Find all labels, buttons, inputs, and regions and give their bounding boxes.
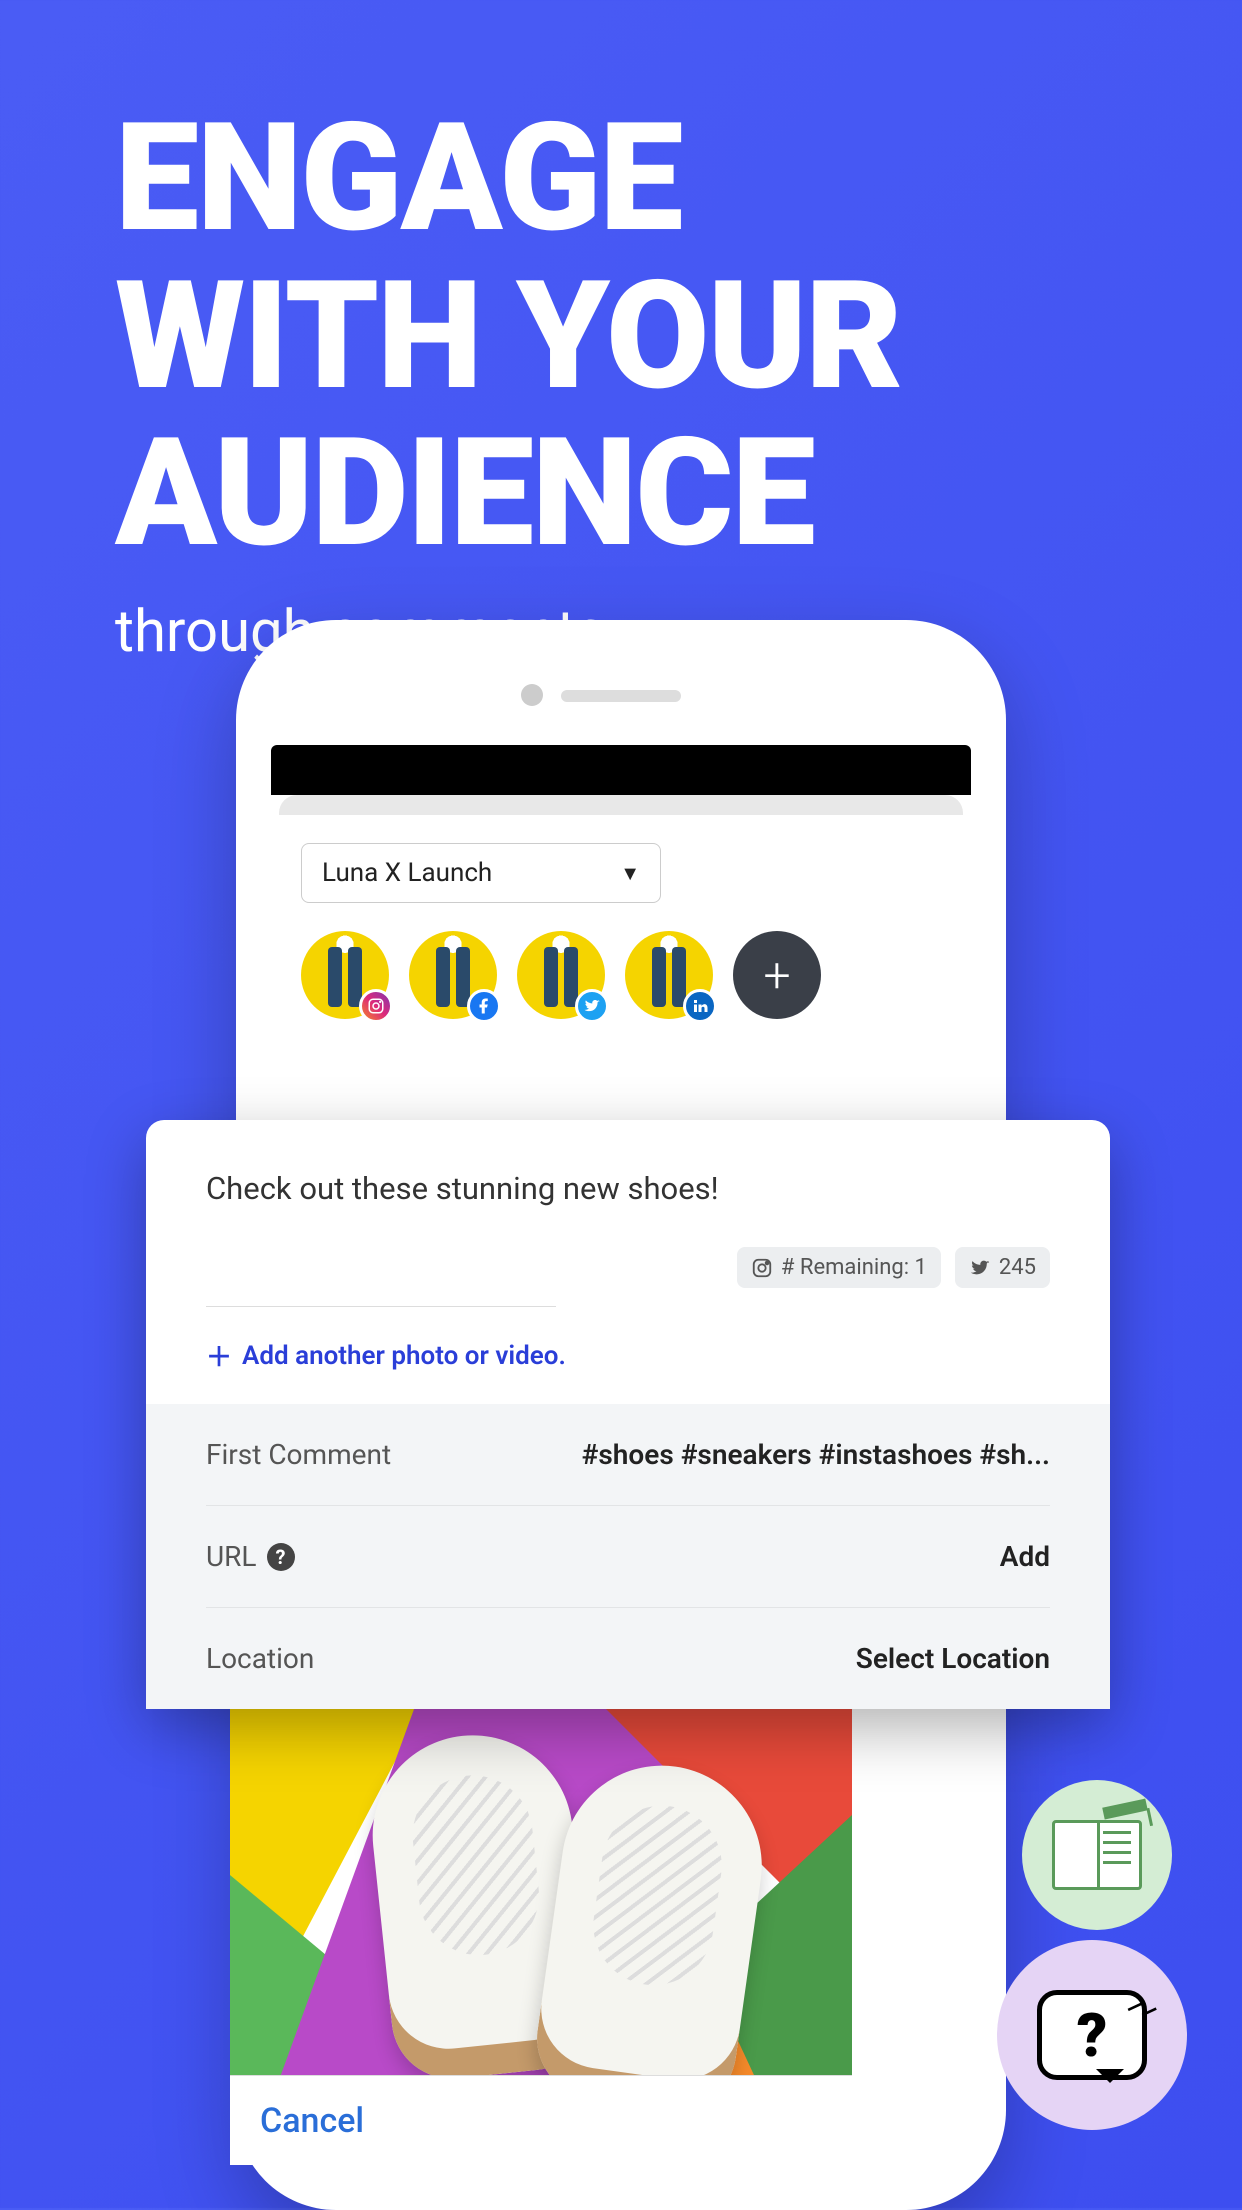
headline-line-3: AUDIENCE [115, 415, 901, 573]
headline-line-2: WITH YOUR [115, 258, 901, 416]
linkedin-icon [683, 989, 717, 1023]
location-label: Location [206, 1642, 314, 1675]
add-media-button[interactable]: ＋ Add another photo or video. [206, 1337, 566, 1374]
speech-bubble-icon: ? ⸝⸝ [1037, 1990, 1147, 2080]
account-facebook[interactable] [409, 931, 497, 1019]
cancel-button[interactable]: Cancel [230, 2075, 852, 2165]
graduation-cap-icon [1102, 1799, 1148, 1820]
first-comment-label: First Comment [206, 1438, 391, 1471]
twitter-icon [575, 989, 609, 1023]
campaign-dropdown[interactable]: Luna X Launch ▼ [301, 843, 661, 903]
instagram-icon [751, 1257, 773, 1279]
instagram-counter: # Remaining: 1 [737, 1247, 941, 1288]
location-row[interactable]: Location Select Location [206, 1608, 1050, 1709]
sheet-handle [279, 795, 963, 815]
caption-text[interactable]: Check out these stunning new shoes! [206, 1170, 1050, 1207]
chevron-down-icon: ▼ [620, 861, 640, 886]
book-icon [1052, 1820, 1142, 1890]
url-label: URL [206, 1540, 257, 1573]
url-row[interactable]: URL ? Add [206, 1506, 1050, 1608]
account-linkedin[interactable] [625, 931, 713, 1019]
add-account-button[interactable]: + [733, 931, 821, 1019]
post-image-preview[interactable] [230, 1695, 852, 2075]
compose-card: Check out these stunning new shoes! # Re… [146, 1120, 1110, 1709]
plus-icon: ＋ [206, 1337, 232, 1374]
first-comment-row[interactable]: First Comment #shoes #sneakers #instasho… [206, 1404, 1050, 1506]
compose-sheet: Luna X Launch ▼ [279, 815, 963, 1019]
facebook-icon [467, 989, 501, 1023]
url-add-button[interactable]: Add [1000, 1540, 1050, 1573]
location-select-button[interactable]: Select Location [856, 1642, 1050, 1675]
twitter-counter: 245 [955, 1247, 1050, 1288]
twitter-icon [969, 1257, 991, 1279]
status-bar [271, 745, 971, 795]
headline-line-1: ENGAGE [115, 100, 901, 258]
account-selector: + [301, 931, 941, 1019]
marketing-headline: ENGAGE WITH YOUR AUDIENCE through commen… [115, 100, 901, 666]
first-comment-value: #shoes #sneakers #instashoes #sh... [582, 1438, 1050, 1471]
instagram-icon [359, 989, 393, 1023]
post-options: First Comment #shoes #sneakers #instasho… [146, 1404, 1110, 1709]
char-counters: # Remaining: 1 245 [206, 1247, 1050, 1288]
dropdown-selected: Luna X Launch [322, 858, 492, 888]
account-twitter[interactable] [517, 931, 605, 1019]
help-fab[interactable]: ? ⸝⸝ [997, 1940, 1187, 2130]
help-icon[interactable]: ? [267, 1543, 295, 1571]
account-instagram[interactable] [301, 931, 389, 1019]
education-fab[interactable] [1022, 1780, 1172, 1930]
divider [206, 1306, 556, 1307]
